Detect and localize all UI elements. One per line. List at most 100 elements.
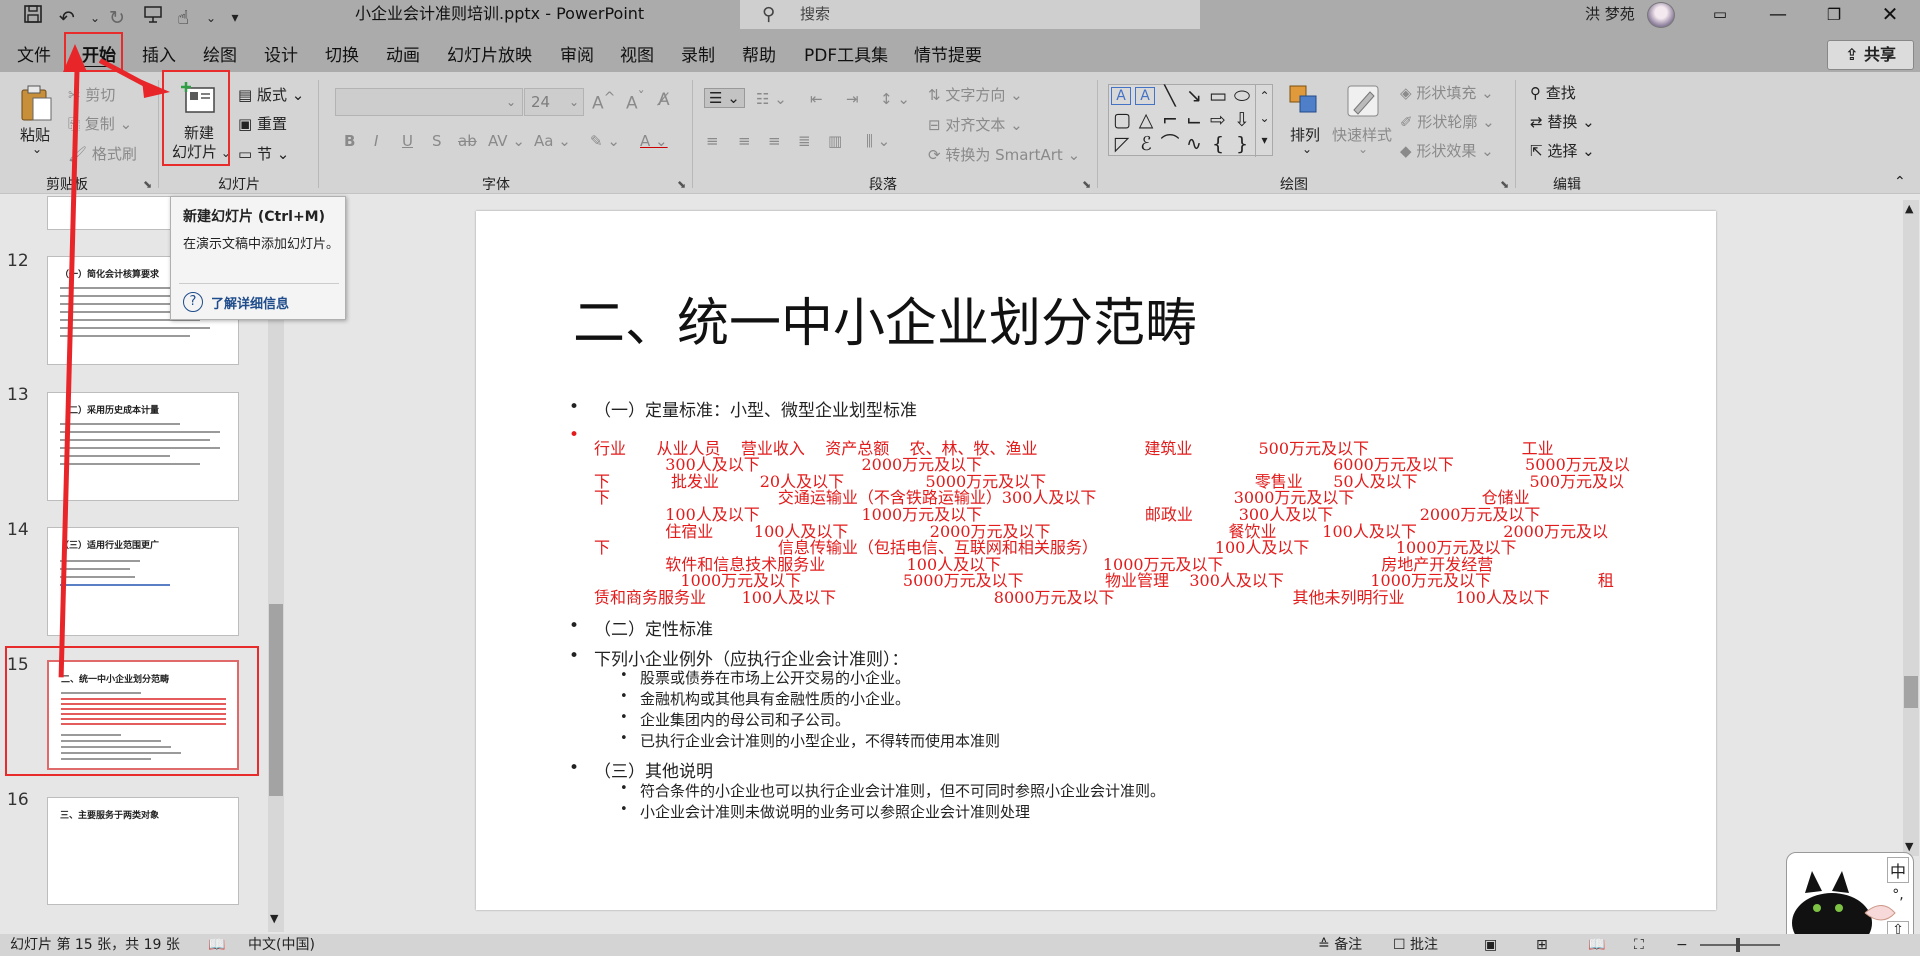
columns-icon[interactable]: ⫼ ⌄ <box>866 132 890 150</box>
freeform-icon[interactable]: ◸ <box>1111 133 1133 155</box>
sub-bullet[interactable]: 股票或债券在市场上公开交易的小企业。 <box>640 667 910 688</box>
elbow-connector-icon[interactable]: ⌐ <box>1159 109 1181 131</box>
share-button[interactable]: ⇪ 共享 <box>1827 40 1914 70</box>
bullet-quantitative[interactable]: （一）定量标准：小型、微型企业划型标准 <box>594 396 917 421</box>
decrease-indent-icon[interactable]: ⇤ <box>810 90 823 108</box>
learn-more-link[interactable]: 了解详细信息 <box>211 293 289 312</box>
scroll-down-icon[interactable]: ▼ <box>270 912 278 925</box>
scroll-up-icon[interactable]: ▲ <box>1905 202 1913 215</box>
search-input[interactable]: ⚲ 搜索 <box>740 0 1200 29</box>
sub-bullet[interactable]: 企业集团内的母公司和子公司。 <box>640 709 850 730</box>
smartart-button[interactable]: ⟳ 转换为 SmartArt ⌄ <box>928 144 1080 165</box>
strikethrough-icon[interactable]: ab <box>458 132 477 150</box>
font-size-combo[interactable]: 24 ⌄ <box>524 88 584 116</box>
tab-help[interactable]: 帮助 <box>742 44 776 68</box>
section-button[interactable]: ▭ 节 ⌄ <box>238 143 289 164</box>
line-icon[interactable]: ╲ <box>1159 85 1181 107</box>
vertical-textbox-icon[interactable]: A <box>1135 87 1155 105</box>
font-name-combo[interactable]: ⌄ <box>335 88 523 116</box>
italic-icon[interactable]: I <box>374 132 378 150</box>
arrow-line-icon[interactable]: ↘ <box>1183 85 1205 107</box>
ime-mode-chinese[interactable]: 中 <box>1887 857 1909 883</box>
reading-view-icon[interactable]: 📖 <box>1588 934 1605 956</box>
language-status[interactable]: 中文(中国) <box>248 934 315 956</box>
curve-icon[interactable]: ∿ <box>1183 133 1205 155</box>
avatar[interactable] <box>1647 2 1675 28</box>
industry-standards-text[interactable]: 行业 从业人员 营业收入 资产总额 农、林、牧、渔业 建筑业 500万元及以下 … <box>594 424 1630 640</box>
minimize-icon[interactable]: — <box>1748 0 1808 29</box>
ime-punctuation[interactable]: °, <box>1887 887 1909 903</box>
bullet-other[interactable]: （三）其他说明 <box>594 757 713 782</box>
help-icon[interactable]: ? <box>183 292 203 312</box>
paragraph-launcher-icon[interactable]: ⬊ <box>1082 178 1091 191</box>
customize-icon[interactable]: ▾ <box>220 3 250 33</box>
format-painter-button[interactable]: 🖌 格式刷 <box>68 143 137 164</box>
align-text-button[interactable]: ⊟ 对齐文本 ⌄ <box>928 114 1023 135</box>
slide-sorter-icon[interactable]: ⊞ <box>1536 934 1548 956</box>
change-case-icon[interactable]: Aa ⌄ <box>534 132 571 150</box>
shapes-gallery[interactable]: A A ╲ ↘ ▭ ⬭ ▢ △ ⌐ ⌙ ⇨ ⇩ ◸ ℰ ⌒ ∿ { } ⌃ ⌄ ▾ <box>1108 84 1273 157</box>
tab-record[interactable]: 录制 <box>681 44 715 68</box>
bold-icon[interactable]: B <box>344 132 355 150</box>
paste-icon[interactable] <box>18 84 54 124</box>
align-right-icon[interactable]: ≡ <box>768 132 781 150</box>
right-arrow-icon[interactable]: ⇨ <box>1207 109 1229 131</box>
tab-transitions[interactable]: 切换 <box>325 44 359 68</box>
line-spacing-icon[interactable]: ↕ ⌄ <box>880 90 910 108</box>
tab-view[interactable]: 视图 <box>620 44 654 68</box>
tab-design[interactable]: 设计 <box>264 44 298 68</box>
sub-bullet[interactable]: 符合条件的小企业也可以执行企业会计准则，但不可同时参照小企业会计准则。 <box>640 780 1165 801</box>
down-arrow-icon[interactable]: ⇩ <box>1231 109 1253 131</box>
undo-icon[interactable]: ↶ <box>52 3 82 33</box>
slide-title[interactable]: 二、统一中小企业划分范畴 <box>573 281 1197 356</box>
reset-button[interactable]: ▣ 重置 <box>238 113 287 134</box>
zoom-out-icon[interactable]: − <box>1676 934 1688 956</box>
grow-font-icon[interactable]: A^ <box>592 90 616 114</box>
select-button[interactable]: ⇱ 选择 ⌄ <box>1530 140 1595 161</box>
char-spacing-icon[interactable]: AV ⌄ <box>488 132 525 150</box>
slide-canvas[interactable]: 二、统一中小企业划分范畴 • （一）定量标准：小型、微型企业划型标准 • 行业 … <box>476 211 1716 910</box>
scrollbar-thumb[interactable] <box>269 604 283 796</box>
oval-icon[interactable]: ⬭ <box>1231 85 1253 107</box>
touch-mode-icon[interactable]: ☝ <box>168 3 198 33</box>
scrollbar-thumb[interactable] <box>1904 676 1918 708</box>
replace-button[interactable]: ⇄ 替换 ⌄ <box>1530 111 1595 132</box>
sub-bullet[interactable]: 金融机构或其他具有金融性质的小企业。 <box>640 688 910 709</box>
slide-thumbnail-16[interactable]: 三、主要服务于两类对象 <box>47 797 239 905</box>
tab-animations[interactable]: 动画 <box>386 44 420 68</box>
slide-scrollbar[interactable]: ▲ ▼ <box>1903 200 1919 856</box>
increase-indent-icon[interactable]: ⇥ <box>846 90 859 108</box>
slide-thumbnail-14[interactable]: （三）适用行业范围更广 <box>47 527 239 636</box>
font-color-icon[interactable]: A ⌄ <box>640 132 668 150</box>
accessibility-icon[interactable]: 📖 <box>208 934 225 956</box>
highlight-icon[interactable]: ✎ ⌄ <box>590 132 620 150</box>
zoom-slider-handle[interactable] <box>1736 938 1740 952</box>
distributed-icon[interactable]: ▥ <box>828 132 842 150</box>
tab-storyboard[interactable]: 情节提要 <box>914 44 982 68</box>
bullet-qualitative[interactable]: （二）定性标准 <box>594 615 713 640</box>
notes-button[interactable]: ≙ 备注 <box>1318 934 1362 956</box>
right-brace-icon[interactable]: } <box>1231 133 1253 155</box>
paste-dropdown-icon[interactable]: ⌄ <box>32 142 42 156</box>
drawing-launcher-icon[interactable]: ⬊ <box>1500 178 1509 191</box>
rectangle-icon[interactable]: ▭ <box>1207 85 1229 107</box>
gallery-scroll-icon[interactable]: ⌃ ⌄ ▾ <box>1255 85 1273 157</box>
slideshow-icon[interactable]: ⛶ <box>1634 934 1644 956</box>
align-left-icon[interactable]: ≡ <box>706 132 719 150</box>
user-name[interactable]: 洪 梦苑 <box>1585 0 1635 28</box>
numbering-icon[interactable]: ☷ ⌄ <box>756 90 787 108</box>
ribbon-display-icon[interactable]: ▭ <box>1690 0 1750 29</box>
rounded-rect-icon[interactable]: ▢ <box>1111 109 1133 131</box>
elbow-arrow-icon[interactable]: ⌙ <box>1183 109 1205 131</box>
scroll-down-icon[interactable]: ▼ <box>1905 840 1913 853</box>
textbox-icon[interactable]: A <box>1111 87 1131 105</box>
shape-fill-button[interactable]: ◈ 形状填充 ⌄ <box>1400 82 1494 103</box>
left-brace-icon[interactable]: { <box>1207 133 1229 155</box>
shrink-font-icon[interactable]: Aˇ <box>626 90 645 114</box>
tab-insert[interactable]: 插入 <box>142 44 176 68</box>
comments-button[interactable]: ☐ 批注 <box>1393 934 1438 956</box>
arc-icon[interactable]: ⌒ <box>1159 133 1181 155</box>
shadow-icon[interactable]: S <box>432 132 442 150</box>
sub-bullet[interactable]: 已执行企业会计准则的小型企业，不得转而使用本准则 <box>640 730 1000 751</box>
shape-effects-button[interactable]: ◆ 形状效果 ⌄ <box>1400 140 1494 161</box>
